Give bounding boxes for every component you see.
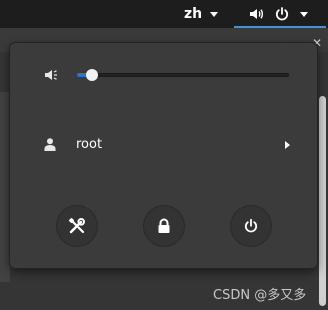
system-menu-indicator[interactable] bbox=[234, 0, 326, 28]
user-name-label: root bbox=[76, 137, 103, 152]
volume-slider-knob[interactable] bbox=[85, 69, 98, 81]
system-menu: root bbox=[10, 43, 317, 268]
chevron-down-icon bbox=[210, 11, 219, 17]
speaker-icon bbox=[250, 9, 263, 19]
top-panel: zh bbox=[0, 0, 328, 28]
background-sidebar bbox=[0, 92, 10, 282]
power-off-button[interactable] bbox=[231, 206, 271, 246]
language-indicator[interactable]: zh bbox=[184, 3, 219, 25]
background-scrollbar[interactable] bbox=[319, 96, 326, 306]
chevron-down-icon bbox=[300, 11, 308, 17]
language-label: zh bbox=[184, 6, 203, 22]
power-icon bbox=[244, 218, 258, 233]
lock-button[interactable] bbox=[144, 206, 184, 246]
settings-tools-icon bbox=[69, 218, 85, 234]
volume-row bbox=[44, 67, 294, 83]
person-icon bbox=[44, 138, 56, 151]
lock-icon bbox=[158, 218, 170, 233]
chevron-right-icon bbox=[285, 141, 290, 149]
active-indicator-underline bbox=[234, 26, 326, 28]
watermark: CSDN @多又多 bbox=[213, 288, 307, 303]
speaker-low-icon[interactable] bbox=[44, 67, 60, 83]
power-icon bbox=[275, 7, 289, 21]
settings-button[interactable] bbox=[57, 206, 97, 246]
volume-slider[interactable] bbox=[77, 69, 289, 81]
user-menu-item[interactable]: root bbox=[44, 136, 290, 156]
